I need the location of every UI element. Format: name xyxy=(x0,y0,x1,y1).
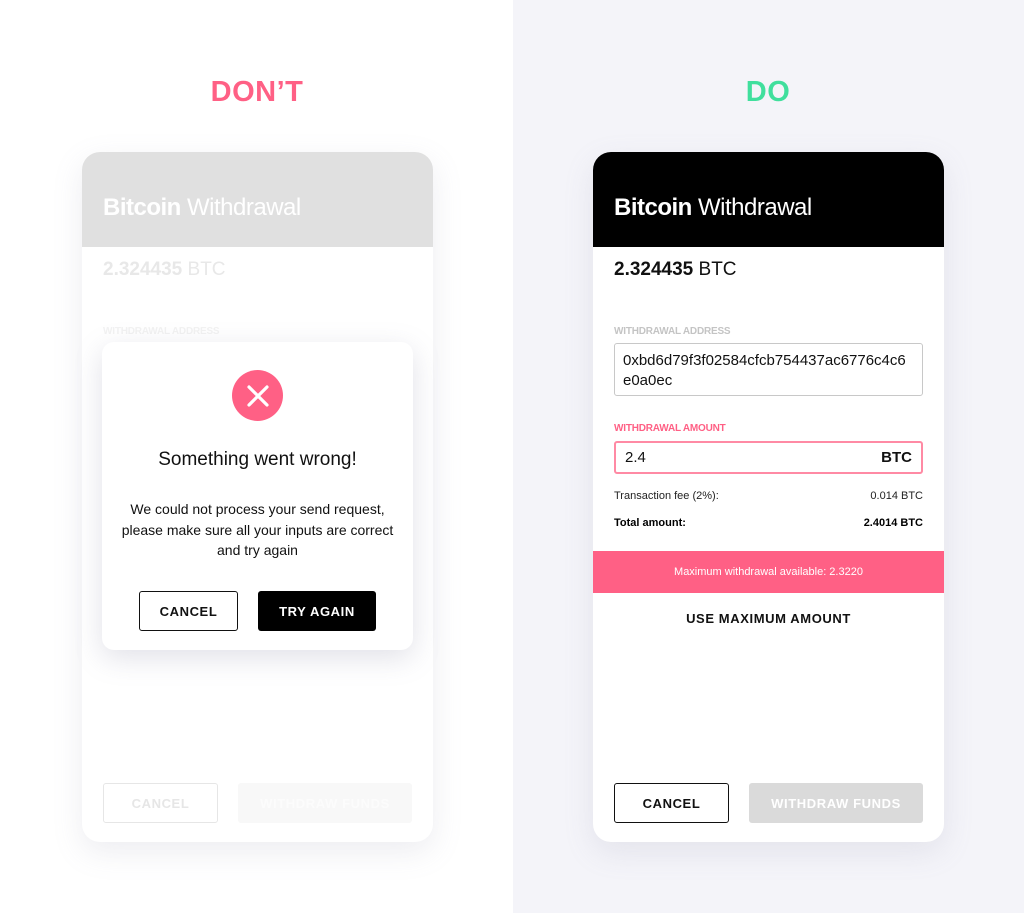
fee-row: Transaction fee (2%): 0.014 BTC xyxy=(614,490,923,502)
withdraw-funds-button[interactable]: WITHDRAW FUNDS xyxy=(238,783,412,823)
header-title-light: Withdrawal xyxy=(698,194,812,221)
header-title-bold: Bitcoin xyxy=(103,194,181,221)
balance-amount: 2.324435 xyxy=(103,259,183,280)
address-label: WITHDRAWAL ADDRESS xyxy=(614,326,731,337)
use-maximum-amount-button[interactable]: USE MAXIMUM AMOUNT xyxy=(593,611,944,626)
total-label: Total amount: xyxy=(614,517,686,529)
cancel-button[interactable]: CANCEL xyxy=(103,783,218,823)
modal-title: Something went wrong! xyxy=(158,449,357,470)
header-title-bold: Bitcoin xyxy=(614,194,692,221)
do-heading: DO xyxy=(745,76,791,108)
modal-message: We could not process your send request, … xyxy=(121,501,394,558)
address-label: WITHDRAWAL ADDRESS xyxy=(103,326,220,337)
dont-heading: DON’T xyxy=(210,76,304,108)
error-modal: Something went wrong! We could not proce… xyxy=(102,342,413,650)
amount-label: WITHDRAWAL AMOUNT xyxy=(614,423,726,434)
try-again-button[interactable]: TRY AGAIN xyxy=(258,591,376,631)
header-title-light: Withdrawal xyxy=(187,194,301,221)
card-header: Bitcoin Withdrawal xyxy=(593,152,944,247)
amount-unit: BTC xyxy=(881,449,912,466)
balance-unit: BTC xyxy=(187,259,226,280)
balance-amount: 2.324435 xyxy=(614,259,694,280)
max-withdrawal-warning: Maximum withdrawal available: 2.3220 xyxy=(593,551,944,593)
do-withdrawal-card: Bitcoin Withdrawal 2.324435 BTC WITHDRAW… xyxy=(593,152,944,842)
fee-value: 0.014 BTC xyxy=(870,490,923,502)
close-icon xyxy=(232,370,283,421)
withdraw-funds-button[interactable]: WITHDRAW FUNDS xyxy=(749,783,923,823)
address-input[interactable]: 0xbd6d79f3f02584cfcb754437ac6776c4c6e0a0… xyxy=(614,343,923,396)
cancel-button[interactable]: CANCEL xyxy=(614,783,729,823)
total-value: 2.4014 BTC xyxy=(863,517,923,529)
amount-input[interactable]: 2.4 BTC xyxy=(614,441,923,474)
amount-value: 2.4 xyxy=(625,449,646,466)
modal-cancel-button[interactable]: CANCEL xyxy=(139,591,238,631)
total-row: Total amount: 2.4014 BTC xyxy=(614,517,923,529)
balance-unit: BTC xyxy=(698,259,737,280)
fee-label: Transaction fee (2%): xyxy=(614,490,719,502)
balance-display: 2.324435 BTC xyxy=(614,259,737,281)
card-header: Bitcoin Withdrawal xyxy=(82,152,433,247)
balance-display: 2.324435 BTC xyxy=(103,259,226,281)
